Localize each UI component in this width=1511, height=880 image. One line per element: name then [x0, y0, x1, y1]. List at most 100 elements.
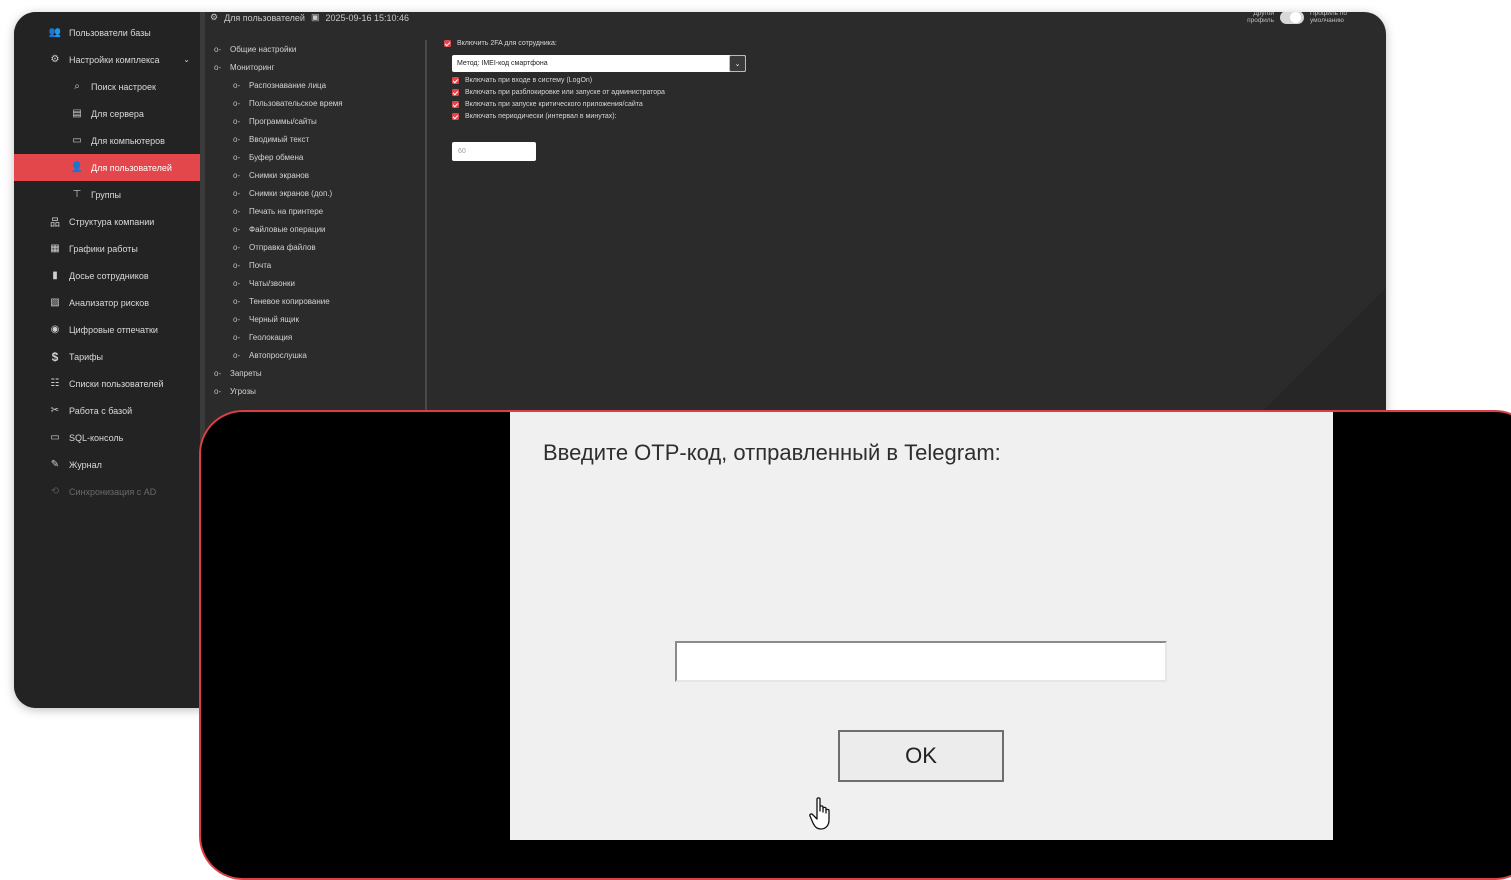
tree-item-black-box[interactable]: o- Черный ящик	[233, 310, 299, 328]
breadcrumb: ⚙ Для пользователей ▣ 2025-09-16 15:10:4…	[210, 12, 409, 23]
tree-item-restrictions[interactable]: o- Запреты	[214, 364, 262, 382]
tree-item-clipboard[interactable]: o- Буфер обмена	[233, 148, 303, 166]
tree-item-file-operations[interactable]: o- Файловые операции	[233, 220, 326, 238]
tree-item-label: Снимки экранов	[249, 170, 309, 180]
option-periodic-checkbox[interactable]	[452, 113, 459, 120]
sidebar-item-label: Пользователи базы	[69, 27, 151, 38]
option-critical-app-row[interactable]: Включать при запуске критического прилож…	[452, 101, 643, 108]
sidebar-item-complex-settings[interactable]: ⚙ Настройки комплекса ⌄	[14, 46, 200, 73]
option-unlock-row[interactable]: Включать при разблокировке или запуске о…	[452, 89, 665, 96]
enable-2fa-row[interactable]: Включить 2FA для сотрудника:	[444, 40, 557, 47]
tree-item-mail[interactable]: o- Почта	[233, 256, 271, 274]
sidebar-item-company-structure[interactable]: 品 Структура компании	[14, 208, 200, 235]
sidebar-item-risk-analyzer[interactable]: ▧ Анализатор рисков	[14, 289, 200, 316]
option-unlock-checkbox[interactable]	[452, 89, 459, 96]
calendar-small-icon: ▣	[310, 12, 320, 22]
tree-item-label: Пользовательское время	[249, 98, 343, 108]
groups-icon: ⊤	[72, 189, 82, 200]
sidebar-item-groups[interactable]: ⊤ Группы	[14, 181, 200, 208]
sidebar-item-employee-dossier[interactable]: ▮ Досье сотрудников	[14, 262, 200, 289]
sidebar-item-tariffs[interactable]: $ Тарифы	[14, 343, 200, 370]
calendar-icon: ▦	[50, 243, 60, 254]
sidebar-item-label: SQL-консоль	[69, 432, 124, 443]
computer-icon: ▭	[72, 135, 82, 146]
sidebar-item-label: Структура компании	[69, 216, 155, 227]
sidebar-item-sql-console[interactable]: ▭ SQL-консоль	[14, 424, 200, 451]
tree-item-label: Буфер обмена	[249, 152, 304, 162]
sidebar-item-label: Графики работы	[69, 243, 138, 254]
otp-dialog: Введите OTP-код, отправленный в Telegram…	[510, 412, 1333, 840]
tree-item-face-recognition[interactable]: o- Распознавание лица	[233, 76, 326, 94]
tree-item-programs-sites[interactable]: o- Программы/сайты	[233, 112, 317, 130]
panel-separator	[425, 40, 427, 412]
toggle-knob	[1290, 12, 1301, 23]
otp-input[interactable]	[675, 641, 1167, 682]
chevron-down-icon: ⌄	[183, 55, 190, 64]
hand-cursor-icon	[809, 797, 830, 830]
profile-toggle-switch[interactable]	[1280, 12, 1304, 24]
tree-item-label: Угрозы	[230, 386, 256, 396]
tree-item-screenshots-extra[interactable]: o- Снимки экранов (доп.)	[233, 184, 332, 202]
tree-item-auto-listening[interactable]: o- Автопрослушка	[233, 346, 307, 364]
tree-item-screenshots[interactable]: o- Снимки экранов	[233, 166, 309, 184]
sidebar-item-database-work[interactable]: ✂ Работа с базой	[14, 397, 200, 424]
sidebar-item-for-computers[interactable]: ▭ Для компьютеров	[14, 127, 200, 154]
method-select[interactable]: Метод: IMEI-код смартфона ⌄	[452, 55, 746, 72]
tree-item-general[interactable]: o- Общие настройки	[214, 40, 296, 58]
tree-node-icon: o-	[214, 44, 222, 54]
sidebar-item-for-users[interactable]: 👤 Для пользователей	[14, 154, 200, 181]
tree-node-icon: o-	[233, 278, 241, 288]
sidebar: 👥 Пользователи базы ⚙ Настройки комплекс…	[14, 12, 200, 708]
sidebar-item-search-settings[interactable]: ⌕ Поиск настроек	[14, 73, 200, 100]
tree-node-icon: o-	[233, 98, 241, 108]
sidebar-item-db-users[interactable]: 👥 Пользователи базы	[14, 19, 200, 46]
enable-2fa-checkbox[interactable]	[444, 40, 451, 47]
settings-users-icon: ⚙	[50, 54, 60, 65]
sidebar-item-label: Для сервера	[91, 108, 144, 119]
tree-item-monitoring[interactable]: o- Мониторинг	[214, 58, 274, 76]
interval-input[interactable]: 60	[452, 142, 536, 161]
otp-prompt: Введите OTP-код, отправленный в Telegram…	[543, 440, 1001, 465]
tree-node-icon: o-	[233, 332, 241, 342]
sidebar-item-ad-sync: ⟲ Синхронизация с AD	[14, 478, 200, 505]
tree-item-user-time[interactable]: o- Пользовательское время	[233, 94, 343, 112]
users-icon: 👥	[48, 27, 62, 38]
user-icon: 👤	[70, 162, 84, 173]
tree-item-printer[interactable]: o- Печать на принтере	[233, 202, 323, 220]
option-logon-checkbox[interactable]	[452, 77, 459, 84]
sidebar-item-label: Анализатор рисков	[69, 297, 150, 308]
tree-item-label: Распознавание лица	[249, 80, 327, 90]
tree-item-label: Геолокация	[249, 332, 293, 342]
sidebar-item-user-lists[interactable]: ☷ Списки пользователей	[14, 370, 200, 397]
fingerprint-icon: ◉	[50, 324, 60, 335]
tree-item-typed-text[interactable]: o- Вводимый текст	[233, 130, 309, 148]
option-logon-row[interactable]: Включать при входе в систему (LogOn)	[452, 77, 592, 84]
ok-button[interactable]: OK	[838, 730, 1004, 782]
chevron-down-icon[interactable]: ⌄	[729, 55, 746, 72]
tree-node-icon: o-	[233, 296, 241, 306]
option-critical-app-checkbox[interactable]	[452, 101, 459, 108]
console-icon: ▭	[50, 432, 60, 443]
tree-item-label: Мониторинг	[230, 62, 275, 72]
sidebar-item-label: Списки пользователей	[69, 378, 164, 389]
dollar-icon: $	[51, 349, 59, 364]
tree-node-icon: o-	[233, 188, 241, 198]
tree-item-threats[interactable]: o- Угрозы	[214, 382, 256, 400]
tree-item-shadow-copy[interactable]: o- Теневое копирование	[233, 292, 330, 310]
settings-gear-icon: ⚙	[210, 12, 219, 22]
sidebar-item-label: Для компьютеров	[91, 135, 165, 146]
sidebar-item-for-server[interactable]: ▤ Для сервера	[14, 100, 200, 127]
sidebar-item-work-schedules[interactable]: ▦ Графики работы	[14, 235, 200, 262]
journal-icon: ✎	[50, 459, 60, 470]
tree-item-file-sending[interactable]: o- Отправка файлов	[233, 238, 316, 256]
sidebar-item-journal[interactable]: ✎ Журнал	[14, 451, 200, 478]
tree-item-geolocation[interactable]: o- Геолокация	[233, 328, 292, 346]
sidebar-item-digital-fingerprints[interactable]: ◉ Цифровые отпечатки	[14, 316, 200, 343]
option-unlock-label: Включать при разблокировке или запуске о…	[465, 89, 665, 96]
tree-item-label: Файловые операции	[249, 224, 326, 234]
tree-item-label: Запреты	[230, 368, 262, 378]
option-periodic-row[interactable]: Включать периодически (интервал в минута…	[452, 113, 616, 120]
tree-node-icon: o-	[233, 350, 241, 360]
tree-node-icon: o-	[233, 260, 241, 270]
tree-item-chats-calls[interactable]: o- Чаты/звонки	[233, 274, 295, 292]
